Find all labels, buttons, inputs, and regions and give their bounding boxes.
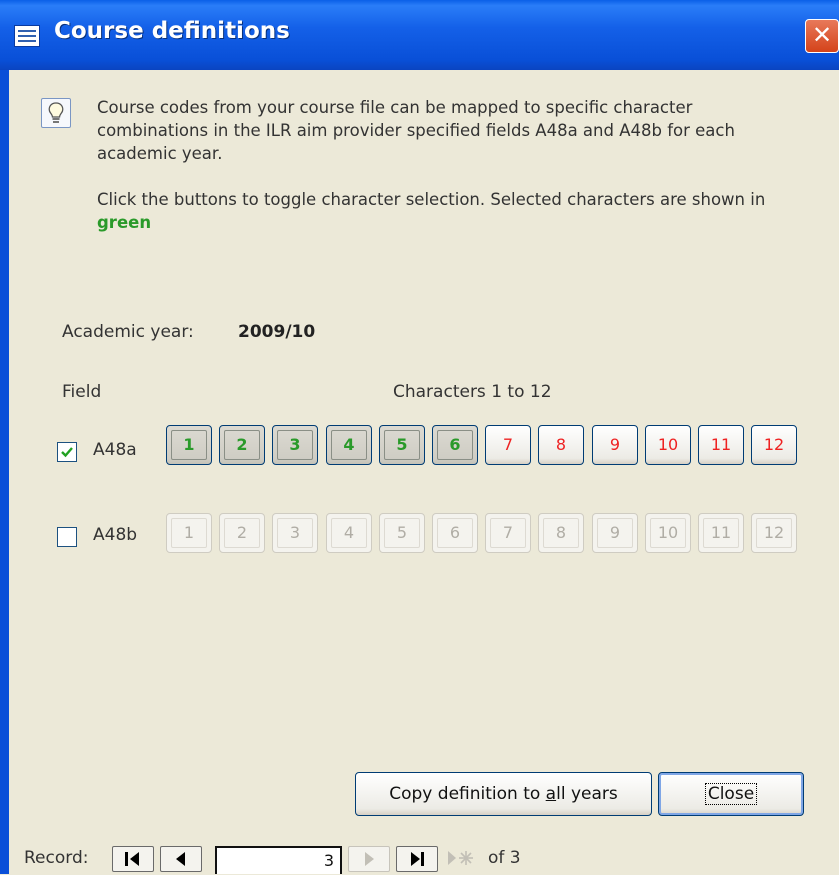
a48b-checkbox[interactable]	[57, 527, 77, 547]
a48b-char-button-9[interactable]: 9	[592, 513, 638, 553]
a48b-char-button-1[interactable]: 1	[166, 513, 212, 553]
copy-label-accel: a	[545, 784, 557, 804]
characters-column-header: Characters 1 to 12	[393, 382, 552, 402]
a48b-char-button-8[interactable]: 8	[538, 513, 584, 553]
a48a-char-button-4[interactable]: 4	[326, 425, 372, 465]
record-count: of 3	[488, 848, 521, 868]
a48a-char-button-11[interactable]: 11	[698, 425, 744, 465]
a48a-char-button-2[interactable]: 2	[219, 425, 265, 465]
new-record-icon	[448, 851, 473, 865]
a48a-label: A48a	[93, 440, 137, 460]
close-button[interactable]: Close	[658, 772, 804, 816]
a48a-char-button-9[interactable]: 9	[592, 425, 638, 465]
a48a-char-button-8[interactable]: 8	[538, 425, 584, 465]
copy-definition-button[interactable]: Copy definition to all years	[355, 772, 652, 816]
a48b-char-button-4[interactable]: 4	[326, 513, 372, 553]
instructions-text: Click the buttons to toggle character se…	[97, 190, 766, 209]
a48b-char-button-2[interactable]: 2	[219, 513, 265, 553]
last-record-button[interactable]	[396, 846, 438, 872]
current-record-field[interactable]: 3	[215, 846, 342, 874]
window-title: Course definitions	[54, 18, 290, 44]
previous-record-button[interactable]	[160, 846, 202, 872]
a48b-char-button-11[interactable]: 11	[698, 513, 744, 553]
close-window-button[interactable]: ✕	[805, 19, 839, 53]
a48b-char-button-5[interactable]: 5	[379, 513, 425, 553]
a48a-char-button-7[interactable]: 7	[485, 425, 531, 465]
a48b-character-buttons: 1 2 3 4 5 6 7 8 9 10 11 12	[166, 513, 798, 553]
academic-year-label: Academic year:	[62, 322, 194, 342]
a48a-checkbox[interactable]	[57, 442, 77, 462]
form-icon	[14, 25, 40, 47]
a48a-char-button-1[interactable]: 1	[166, 425, 212, 465]
green-word: green	[97, 213, 152, 232]
last-record-icon	[411, 852, 424, 866]
a48a-char-button-3[interactable]: 3	[272, 425, 318, 465]
a48b-char-button-7[interactable]: 7	[485, 513, 531, 553]
info-paragraph-instructions: Click the buttons to toggle character se…	[97, 188, 807, 234]
a48a-char-button-5[interactable]: 5	[379, 425, 425, 465]
next-record-button[interactable]	[348, 846, 390, 872]
new-record-button[interactable]	[444, 846, 480, 872]
a48a-char-button-10[interactable]: 10	[645, 425, 691, 465]
next-record-icon	[365, 852, 374, 866]
a48b-char-button-6[interactable]: 6	[432, 513, 478, 553]
title-bar: Course definitions ✕	[0, 0, 839, 70]
a48a-char-button-6[interactable]: 6	[432, 425, 478, 465]
a48b-char-button-3[interactable]: 3	[272, 513, 318, 553]
info-paragraph: Course codes from your course file can b…	[97, 98, 735, 163]
a48b-char-button-12[interactable]: 12	[751, 513, 797, 553]
a48b-char-button-10[interactable]: 10	[645, 513, 691, 553]
a48a-character-buttons: 1 2 3 4 5 6 7 8 9 10 11 12	[166, 425, 798, 465]
copy-label-prefix: Copy definition to	[389, 784, 546, 804]
a48b-label: A48b	[93, 525, 138, 545]
a48a-char-button-12[interactable]: 12	[751, 425, 797, 465]
previous-record-icon	[176, 852, 185, 866]
first-record-button[interactable]	[112, 846, 154, 872]
checkmark-icon	[61, 447, 73, 458]
close-label: Close	[704, 783, 758, 805]
record-label: Record:	[24, 848, 89, 868]
copy-label-suffix: ll years	[556, 784, 618, 804]
first-record-icon	[125, 852, 139, 866]
info-text: Course codes from your course file can b…	[97, 96, 807, 234]
field-column-header: Field	[62, 382, 102, 402]
academic-year-value: 2009/10	[238, 322, 316, 342]
lightbulb-icon	[41, 98, 71, 128]
